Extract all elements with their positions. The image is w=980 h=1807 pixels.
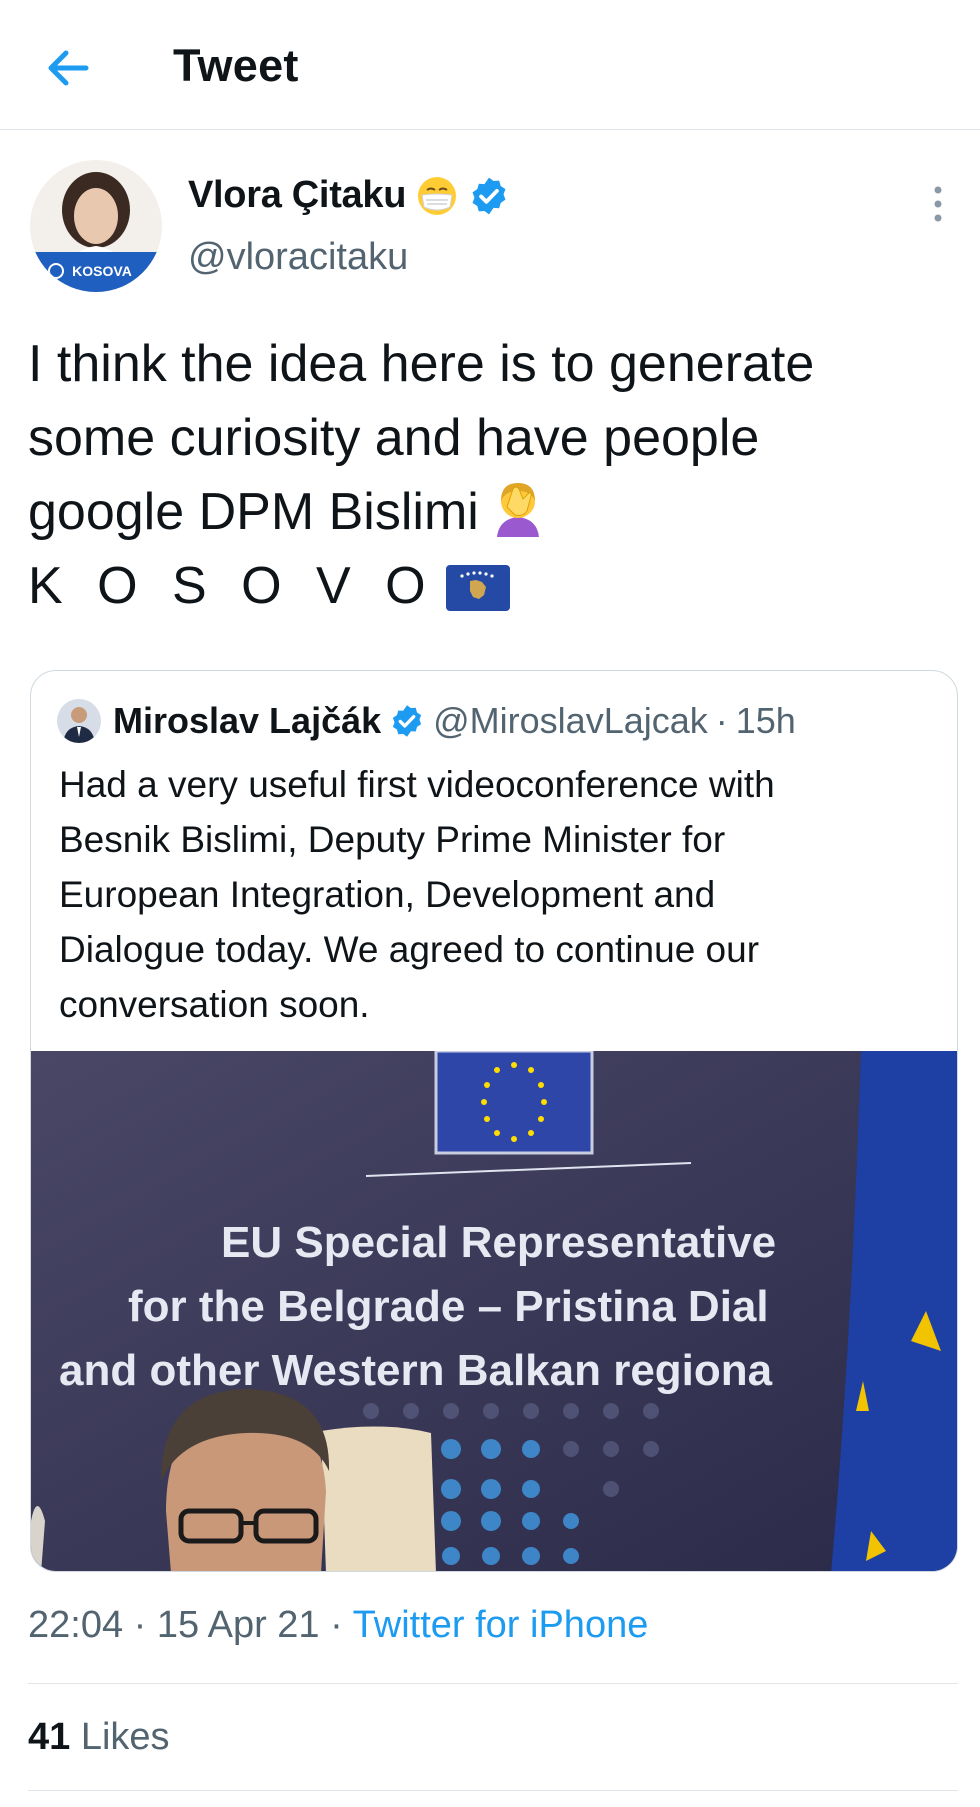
top-bar: Tweet [0, 0, 980, 130]
quoted-handle: @MiroslavLajcak [433, 700, 708, 741]
more-vertical-icon [934, 186, 942, 222]
quoted-line: Had a very useful first videoconference … [59, 764, 775, 805]
quoted-timestamp: 15h [735, 700, 796, 741]
quoted-line: European Integration, Development and [59, 874, 716, 915]
likes-number: 41 [28, 1716, 71, 1758]
tweet-line: K O S O V O [28, 557, 436, 615]
quoted-tweet[interactable]: Miroslav Lajčák @MiroslavLajcak · 15h Ha… [30, 670, 958, 1572]
quoted-tweet-header: Miroslav Lajčák @MiroslavLajcak · 15h [57, 699, 796, 743]
divider [28, 1790, 958, 1791]
page-title: Tweet [173, 40, 299, 91]
banner-line-3: and other Western Balkan regiona [59, 1346, 773, 1395]
tweet-meta: 22:04 · 15 Apr 21 · Twitter for iPhone [28, 1604, 648, 1647]
tweet-line: google DPM Bislimi [28, 483, 479, 541]
banner-line-1: EU Special Representative [221, 1218, 776, 1267]
verified-badge-icon [472, 177, 506, 214]
user-handle[interactable]: @vloracitaku [188, 236, 408, 279]
tweet-author: KOSOVA Vlora Çitaku @vloracitaku [28, 158, 958, 298]
divider [28, 1683, 958, 1684]
tweet-text: I think the idea here is to generate som… [28, 327, 963, 623]
avatar-badge-text: KOSOVA [72, 263, 132, 279]
kosovo-flag-icon [445, 565, 510, 611]
tweet-date: 15 Apr 21 [156, 1604, 320, 1646]
name-row: Vlora Çitaku [188, 174, 510, 217]
back-button[interactable] [40, 40, 96, 96]
quoted-line: conversation soon. [59, 984, 370, 1025]
quoted-tweet-text: Had a very useful first videoconference … [59, 757, 939, 1032]
dot-separator: · [330, 1604, 343, 1646]
tweet-line-with-flag: K O S O V O [28, 549, 963, 623]
quoted-display-name: Miroslav Lajčák [113, 700, 382, 741]
verified-badge-icon [393, 705, 422, 737]
tweet-source-link[interactable]: Twitter for iPhone [353, 1604, 649, 1646]
face-with-medical-mask-icon [418, 176, 457, 215]
arrow-left-icon [48, 50, 89, 86]
banner-line-2: for the Belgrade – Pristina Dial [128, 1282, 769, 1331]
likes-count[interactable]: 41 Likes [28, 1716, 170, 1759]
tweet-time: 22:04 [28, 1604, 124, 1646]
quoted-tweet-photo[interactable]: EU Special Representative for the Belgra… [31, 1051, 958, 1572]
woman-facepalming-icon [496, 483, 539, 537]
dot-separator: · [133, 1604, 147, 1646]
more-options-button[interactable] [918, 176, 958, 236]
avatar[interactable]: KOSOVA [30, 160, 162, 292]
dot-separator: · [715, 700, 728, 741]
tweet-line: some curiosity and have people [28, 409, 760, 467]
quoted-line: Besnik Bislimi, Deputy Prime Minister fo… [59, 819, 726, 860]
display-name[interactable]: Vlora Çitaku [188, 174, 406, 217]
quoted-line: Dialogue today. We agreed to continue ou… [59, 929, 760, 970]
quoted-avatar[interactable] [57, 699, 101, 743]
likes-label: Likes [80, 1716, 170, 1758]
tweet-line-with-emoji: google DPM Bislimi [28, 475, 963, 549]
tweet-line: I think the idea here is to generate [28, 335, 815, 393]
